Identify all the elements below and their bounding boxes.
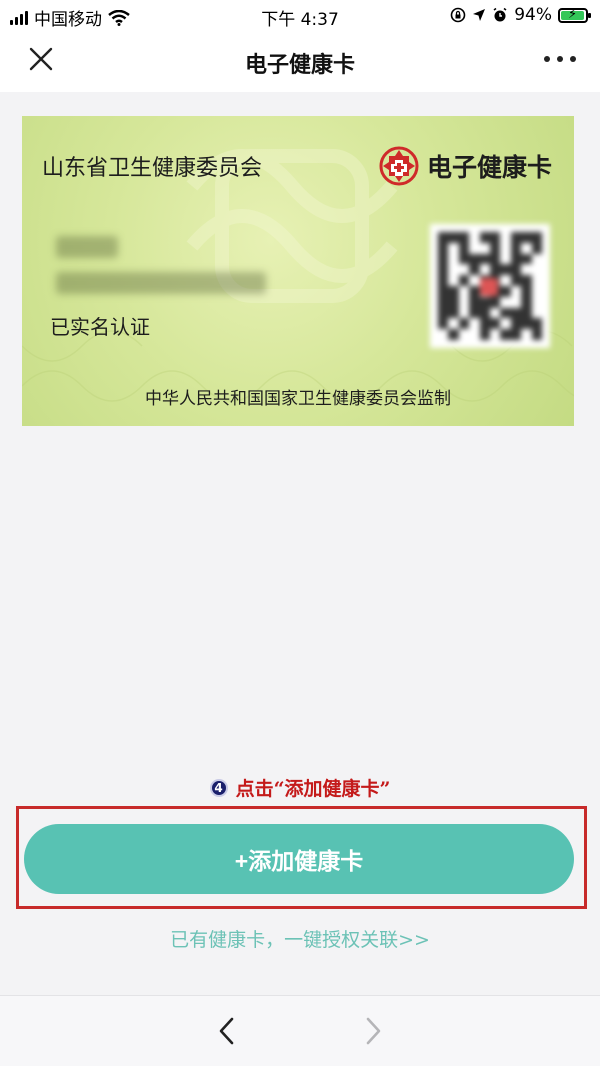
chevron-left-icon[interactable]	[214, 1016, 240, 1046]
battery-percent: 94%	[514, 5, 552, 25]
alarm-icon	[493, 7, 507, 22]
step-number: 4	[209, 778, 228, 797]
qr-code[interactable]	[430, 224, 550, 348]
bottom-toolbar	[0, 995, 600, 1066]
navigation-bar: 电子健康卡	[0, 30, 600, 92]
card-supervisor: 中华人民共和国国家卫生健康委员会监制	[145, 389, 451, 409]
step-hint: 4 点击“添加健康卡”	[0, 774, 600, 801]
verification-status: 已实名认证	[50, 315, 150, 339]
health-card[interactable]: 山东省卫生健康委员会 电子健康卡 已实名认证 中华人民共和国国家卫生健康委员会监…	[22, 116, 574, 426]
card-brand-label: 电子健康卡	[426, 153, 552, 182]
chevron-right-icon[interactable]	[360, 1016, 386, 1046]
card-brand: 电子健康卡	[379, 146, 552, 186]
close-icon[interactable]	[26, 44, 56, 74]
card-issuer: 山东省卫生健康委员会	[42, 156, 263, 181]
link-existing-card[interactable]: 已有健康卡，一键授权关联>>	[0, 925, 600, 952]
blurred-id-number	[56, 272, 266, 294]
status-bar: 中国移动 下午 4:37 94% ⚡	[0, 0, 600, 30]
location-icon	[473, 9, 486, 21]
status-right: 94% ⚡	[450, 5, 591, 25]
add-health-card-button[interactable]: +添加健康卡	[24, 824, 574, 894]
red-cross-logo-icon	[379, 146, 419, 186]
blurred-name	[56, 236, 118, 258]
step-instruction: 点击“添加健康卡”	[235, 778, 391, 800]
battery-charging-icon: ⚡	[558, 7, 591, 23]
more-icon[interactable]	[544, 44, 576, 74]
page-title: 电子健康卡	[244, 53, 355, 78]
screen-lock-icon	[450, 7, 466, 23]
